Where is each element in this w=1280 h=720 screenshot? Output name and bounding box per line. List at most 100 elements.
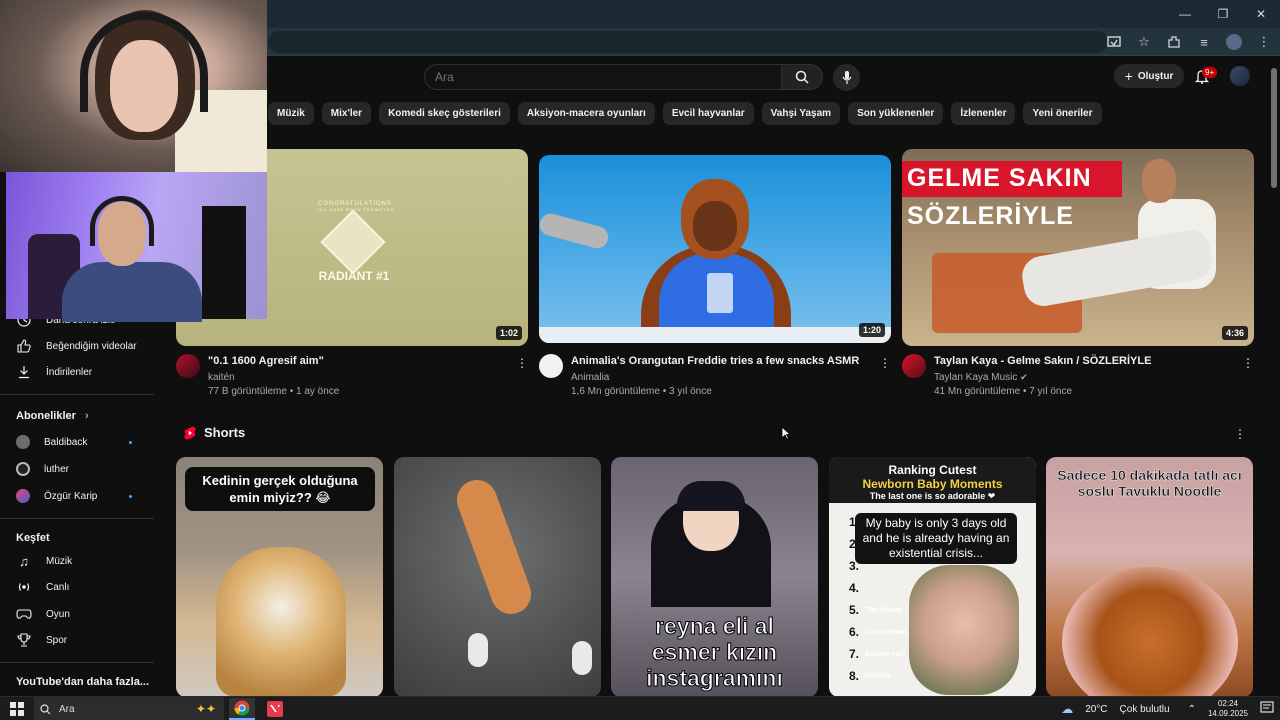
thumbnail-glass: [707, 273, 733, 313]
chip[interactable]: Vahşi Yaşam: [761, 102, 841, 125]
cast-icon[interactable]: [1106, 34, 1122, 50]
short-thumbnail[interactable]: Kedinin gerçek olduğuna emin miyiz?? 😂: [176, 457, 383, 697]
thumbs-up-icon: [16, 338, 32, 354]
search-icon: [795, 70, 809, 84]
bookmark-star-icon[interactable]: ☆: [1136, 34, 1152, 50]
taskbar-chrome-icon[interactable]: [229, 698, 255, 720]
new-content-dot: [129, 441, 132, 444]
thumbnail-cat: [451, 474, 537, 620]
short-caption: My baby is only 3 days old and he is alr…: [855, 513, 1017, 564]
short-thumbnail[interactable]: Ranking Cutest Newborn Baby Moments The …: [829, 457, 1036, 697]
sidebar-item-subscription[interactable]: Özgür Karip: [16, 486, 97, 506]
chip[interactable]: Komedi skeç gösterileri: [379, 102, 510, 125]
browser-profile-icon[interactable]: [1226, 34, 1242, 50]
more-options-icon[interactable]: ⋮: [1234, 426, 1246, 442]
url-field[interactable]: [268, 31, 1108, 53]
voice-search-button[interactable]: [833, 64, 860, 91]
account-avatar[interactable]: [1230, 66, 1250, 86]
sidebar-item-label: Spor: [46, 634, 68, 646]
search-box[interactable]: [424, 64, 782, 90]
short-thumbnail[interactable]: Sadece 10 dakikada tatlı acı soslu Tavuk…: [1046, 457, 1253, 697]
thumbnail-noodle-bowl: [1062, 567, 1238, 697]
video-title[interactable]: "0.1 1600 Agresif aim": [208, 355, 324, 367]
sidebar-item-liked-videos[interactable]: Beğendiğim videolar: [16, 336, 137, 356]
video-thumbnail[interactable]: GELME SAKIN SÖZLERİYLE 4:36: [902, 149, 1254, 346]
rank-number: 5.: [849, 603, 860, 617]
video-title[interactable]: Taylan Kaya - Gelme Sakın / SÖZLERİYLE: [934, 355, 1151, 367]
restore-icon[interactable]: ❐: [1204, 0, 1242, 28]
sidebar-item-subscription[interactable]: Baldiback: [16, 432, 87, 452]
webcam-headset: [90, 196, 154, 246]
extensions-icon[interactable]: [1166, 34, 1182, 50]
scrollbar-thumb[interactable]: [1271, 68, 1277, 188]
video-thumbnail[interactable]: 1:20: [539, 155, 891, 343]
notification-center-icon[interactable]: [1260, 700, 1274, 718]
sidebar-item-downloads[interactable]: İndirilenler: [16, 362, 92, 382]
taskbar-search[interactable]: Ara ✦✦: [34, 697, 224, 720]
webcam-overlay-streamer-2: [6, 172, 267, 322]
sparkle-icon: ✦✦: [195, 702, 216, 716]
windows-start-icon[interactable]: [10, 702, 24, 716]
create-label: Oluştur: [1137, 70, 1174, 82]
more-options-icon[interactable]: ⋮: [516, 355, 528, 371]
shorts-heading: Shorts: [184, 425, 245, 440]
sidebar-item-sports[interactable]: Spor: [16, 630, 67, 650]
chip[interactable]: Son yüklenenler: [848, 102, 944, 125]
explore-heading: Keşfet: [16, 532, 50, 544]
taskbar-clock[interactable]: 02:24 14.09.2025: [1208, 699, 1248, 719]
sidebar-item-live[interactable]: Canlı: [16, 577, 69, 597]
divider: [0, 662, 154, 663]
thumbnail-shoe: [468, 633, 488, 667]
reading-list-icon[interactable]: ≡: [1196, 34, 1212, 50]
short-thumbnail[interactable]: reyna eli al esmer kızın instagramını: [611, 457, 818, 697]
weather-temperature[interactable]: 20°C: [1085, 704, 1107, 715]
channel-avatar[interactable]: [539, 354, 563, 378]
sidebar-item-subscription[interactable]: luther: [16, 459, 69, 479]
rank-caption: Cover blown: [865, 629, 908, 636]
close-icon[interactable]: ✕: [1242, 0, 1280, 28]
live-broadcast-icon: [16, 579, 32, 595]
search-button[interactable]: [781, 64, 823, 90]
page-scrollbar[interactable]: [1270, 64, 1278, 696]
minimize-icon[interactable]: —: [1166, 0, 1204, 28]
sidebar-item-music[interactable]: ♫ Müzik: [16, 551, 72, 571]
short-caption: Ranking Cutest: [888, 463, 977, 477]
channel-name[interactable]: kaitén: [208, 372, 235, 383]
chip[interactable]: Yeni öneriler: [1023, 102, 1102, 125]
chevron-up-icon[interactable]: ⌃: [1188, 704, 1196, 715]
search-input[interactable]: [425, 65, 781, 89]
sidebar-item-gaming[interactable]: Oyun: [16, 604, 70, 624]
channel-avatar[interactable]: [176, 354, 200, 378]
thumbnail-person-head: [1142, 159, 1176, 203]
thumbnail-microphone: [539, 211, 611, 251]
chip[interactable]: Müzik: [268, 102, 314, 125]
create-button[interactable]: + Oluştur: [1114, 64, 1184, 88]
channel-name[interactable]: Taylan Kaya Music ✔: [934, 372, 1028, 383]
chip[interactable]: Mix'ler: [321, 102, 372, 125]
webcam-headset: [80, 12, 208, 112]
sidebar-item-label: Baldiback: [44, 436, 88, 448]
search-icon: [40, 703, 51, 714]
chip[interactable]: Evcil hayvanlar: [662, 102, 754, 125]
video-stats: 77 B görüntüleme • 1 ay önce: [208, 386, 340, 397]
clock-date: 14.09.2025: [1207, 709, 1248, 718]
channel-avatar[interactable]: [902, 354, 926, 378]
more-options-icon[interactable]: ⋮: [879, 355, 891, 371]
thumbnail-text: GELME SAKIN: [907, 164, 1092, 192]
divider: [0, 394, 154, 395]
taskbar-valorant-icon[interactable]: [262, 698, 288, 720]
video-title[interactable]: Animalia's Orangutan Freddie tries a few…: [571, 355, 859, 367]
rank-number: 6.: [849, 625, 860, 639]
thumbnail-cat: [216, 547, 346, 697]
channel-name[interactable]: Animalia: [571, 372, 609, 383]
short-thumbnail[interactable]: [394, 457, 601, 697]
weather-description[interactable]: Çok bulutlu: [1120, 704, 1170, 715]
rank-number: 7.: [849, 647, 860, 661]
thumbnail-shoe: [572, 641, 592, 675]
menu-icon[interactable]: ⋮: [1256, 34, 1272, 50]
chip[interactable]: İzlenenler: [951, 102, 1016, 125]
subscriptions-heading[interactable]: Abonelikler ›: [16, 410, 89, 422]
more-options-icon[interactable]: ⋮: [1242, 355, 1254, 371]
chip[interactable]: Aksiyon-macera oyunları: [517, 102, 655, 125]
sidebar-item-label: Oyun: [46, 608, 70, 620]
